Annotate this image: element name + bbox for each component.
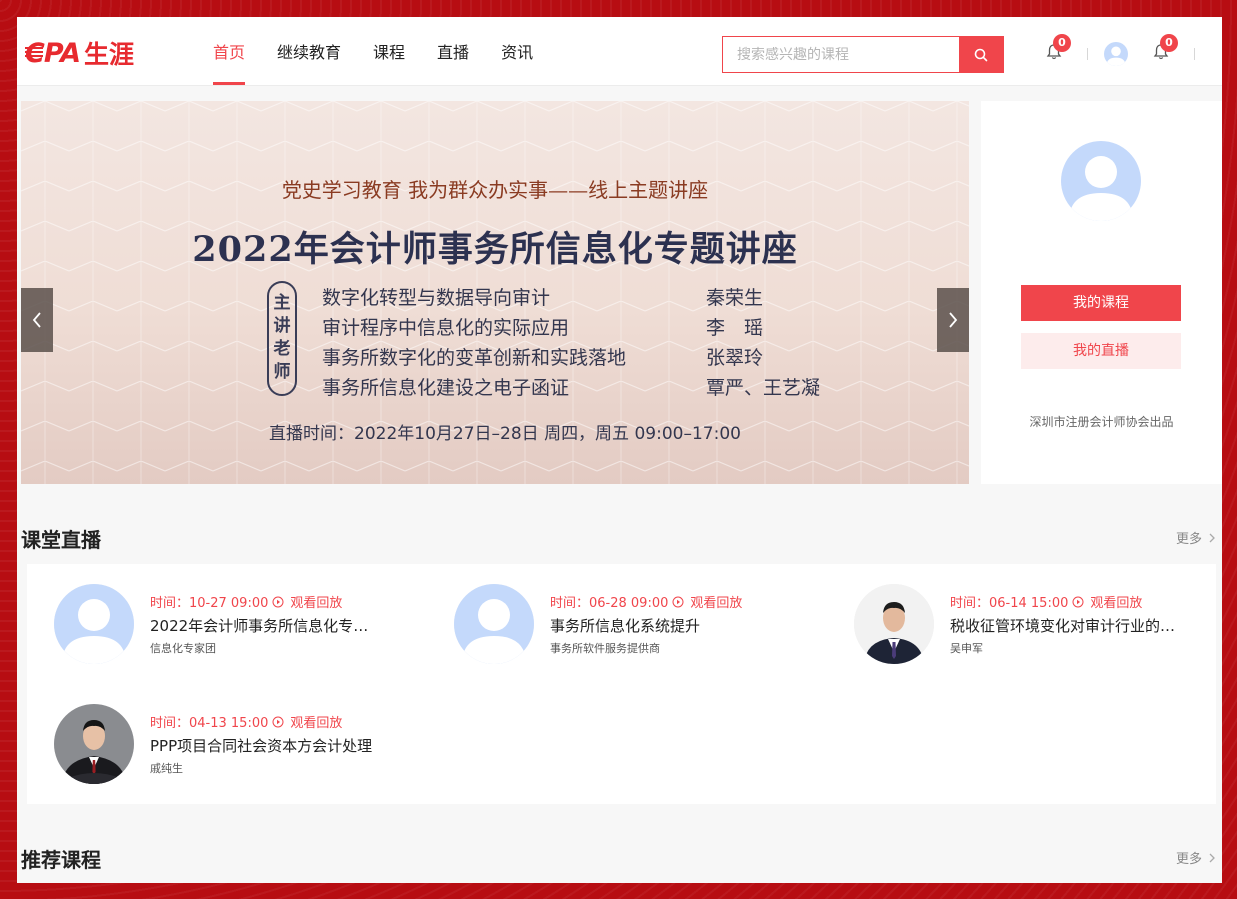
notification-badge-2: 0 [1160, 34, 1178, 52]
user-avatar-icon [54, 584, 134, 664]
banner-title: 2022年会计师事务所信息化专题讲座 [192, 229, 798, 270]
top-header: CPA 生涯 首页 继续教育 课程 直播 资讯 0 [17, 17, 1222, 86]
more-label: 更多 [1175, 852, 1202, 867]
live-time: 时间：06-14 15:00 观看回放 [950, 592, 1142, 611]
nav-courses[interactable]: 课程 [373, 17, 405, 85]
live-more-link[interactable]: 更多 [1176, 528, 1218, 547]
replay-link[interactable]: 观看回放 [290, 712, 342, 731]
my-live-button[interactable]: 我的直播 [1021, 333, 1181, 369]
banner-session-row: 事务所信息化建设之电子函证 覃严、王艺凝 [322, 373, 820, 403]
live-item[interactable]: 时间：06-28 09:00 观看回放 事务所信息化系统提升 事务所软件服务提供… [454, 584, 814, 664]
live-title[interactable]: 事务所信息化系统提升 [550, 615, 782, 636]
lecturer-photo [854, 584, 934, 664]
search-bar [722, 36, 1004, 73]
lecturer-photo [54, 704, 134, 784]
user-avatar-icon [454, 584, 534, 664]
replay-link[interactable]: 观看回放 [1090, 592, 1142, 611]
header-user-avatar[interactable] [1104, 42, 1128, 66]
chevron-right-icon [1209, 853, 1215, 862]
nav-news[interactable]: 资讯 [501, 17, 533, 85]
cpa-logo[interactable]: CPA 生涯 [25, 37, 134, 69]
session-topic: 事务所信息化建设之电子函证 [322, 377, 570, 399]
replay-link[interactable]: 观看回放 [690, 592, 742, 611]
recommend-more-link[interactable]: 更多 [1176, 848, 1218, 867]
nav-home[interactable]: 首页 [213, 17, 246, 85]
carousel-prev-button[interactable] [21, 288, 53, 352]
user-avatar-icon [1104, 42, 1128, 66]
banner-teacher-label: 主讲老师 [267, 281, 297, 396]
notification-button-1[interactable]: 0 [1046, 34, 1071, 65]
banner-carousel[interactable]: 党史学习教育 我为群众办实事——线上主题讲座 2022年会计师事务所信息化专题讲… [21, 101, 969, 484]
play-circle-icon [1072, 596, 1084, 607]
lecturer-photo-image [54, 704, 134, 784]
nav-live[interactable]: 直播 [437, 17, 469, 85]
search-input[interactable] [723, 37, 959, 72]
live-time-text: 时间：06-28 09:00 [550, 596, 669, 611]
banner-session-row: 数字化转型与数据导向审计 秦荣生 [322, 283, 820, 313]
banner-session-row: 事务所数字化的变革创新和实践落地 张翠玲 [322, 343, 820, 373]
live-item[interactable]: 时间：04-13 15:00 观看回放 PPP项目合同社会资本方会计处理 戚纯生 [54, 704, 414, 784]
session-topic: 数字化转型与数据导向审计 [322, 287, 551, 309]
live-author: 吴申军 [950, 642, 983, 655]
more-label: 更多 [1175, 532, 1202, 547]
chevron-left-icon [32, 312, 41, 328]
session-teacher: 张翠玲 [706, 347, 764, 369]
live-time-text: 时间：06-14 15:00 [950, 596, 1069, 611]
session-teacher: 覃严、王艺凝 [706, 377, 821, 399]
header-divider [1087, 48, 1088, 60]
session-teacher: 秦荣生 [706, 287, 764, 309]
carousel-next-button[interactable] [937, 288, 969, 352]
user-panel: 我的课程 我的直播 深圳市注册会计师协会出品 [981, 101, 1222, 484]
live-author: 信息化专家团 [150, 642, 216, 655]
producer-text: 深圳市注册会计师协会出品 [1029, 415, 1174, 429]
logo-cn-text: 生涯 [84, 40, 135, 69]
live-item[interactable]: 时间：06-14 15:00 观看回放 税收征管环境变化对审计行业的影响 吴申军 [854, 584, 1214, 664]
nav-continuing-education[interactable]: 继续教育 [277, 17, 341, 85]
live-author: 戚纯生 [150, 762, 183, 775]
search-icon [974, 48, 988, 61]
chevron-right-icon [949, 312, 958, 328]
banner-sessions: 数字化转型与数据导向审计 秦荣生 审计程序中信息化的实际应用 李 瑶 事务所数字… [322, 283, 820, 403]
search-button[interactable] [959, 37, 1003, 72]
user-avatar-icon [1061, 141, 1141, 221]
session-topic: 事务所数字化的变革创新和实践落地 [322, 347, 627, 369]
logo-speed-lines [25, 47, 43, 59]
live-time: 时间：04-13 15:00 观看回放 [150, 712, 342, 731]
lecturer-photo-image [854, 584, 934, 664]
live-list: 时间：10-27 09:00 观看回放 2022年会计师事务所信息化专题讲座 信… [27, 564, 1216, 804]
play-circle-icon [672, 596, 684, 607]
notification-button-2[interactable]: 0 [1153, 34, 1178, 65]
chevron-right-icon [1209, 533, 1215, 542]
live-title[interactable]: PPP项目合同社会资本方会计处理 [150, 735, 382, 756]
banner-live-time: 直播时间：2022年10月27日–28日 周四，周五 09:00–17:00 [269, 424, 741, 444]
play-circle-icon [272, 596, 284, 607]
live-author: 事务所软件服务提供商 [550, 642, 660, 655]
main-nav: 首页 继续教育 课程 直播 资讯 [213, 17, 565, 85]
lecturer-avatar [454, 584, 534, 664]
live-time: 时间：10-27 09:00 观看回放 [150, 592, 342, 611]
live-title[interactable]: 税收征管环境变化对审计行业的影响 [950, 615, 1182, 636]
live-item[interactable]: 时间：10-27 09:00 观看回放 2022年会计师事务所信息化专题讲座 信… [54, 584, 414, 664]
live-title[interactable]: 2022年会计师事务所信息化专题讲座 [150, 615, 382, 636]
live-time: 时间：06-28 09:00 观看回放 [550, 592, 742, 611]
play-circle-icon [272, 716, 284, 727]
user-avatar[interactable] [1061, 141, 1141, 221]
banner-subtitle: 党史学习教育 我为群众办实事——线上主题讲座 [281, 178, 709, 202]
session-teacher: 李 瑶 [706, 317, 764, 339]
lecturer-avatar [54, 584, 134, 664]
my-courses-button[interactable]: 我的课程 [1021, 285, 1181, 321]
recommend-section-title: 推荐课程 [21, 848, 101, 872]
header-divider [1194, 48, 1195, 60]
live-section-title: 课堂直播 [21, 528, 101, 552]
live-time-text: 时间：10-27 09:00 [150, 596, 269, 611]
banner-session-row: 审计程序中信息化的实际应用 李 瑶 [322, 313, 820, 343]
notification-badge-1: 0 [1053, 34, 1071, 52]
page: CPA 生涯 首页 继续教育 课程 直播 资讯 0 [17, 17, 1222, 883]
session-topic: 审计程序中信息化的实际应用 [322, 317, 570, 339]
replay-link[interactable]: 观看回放 [290, 592, 342, 611]
live-time-text: 时间：04-13 15:00 [150, 716, 269, 731]
